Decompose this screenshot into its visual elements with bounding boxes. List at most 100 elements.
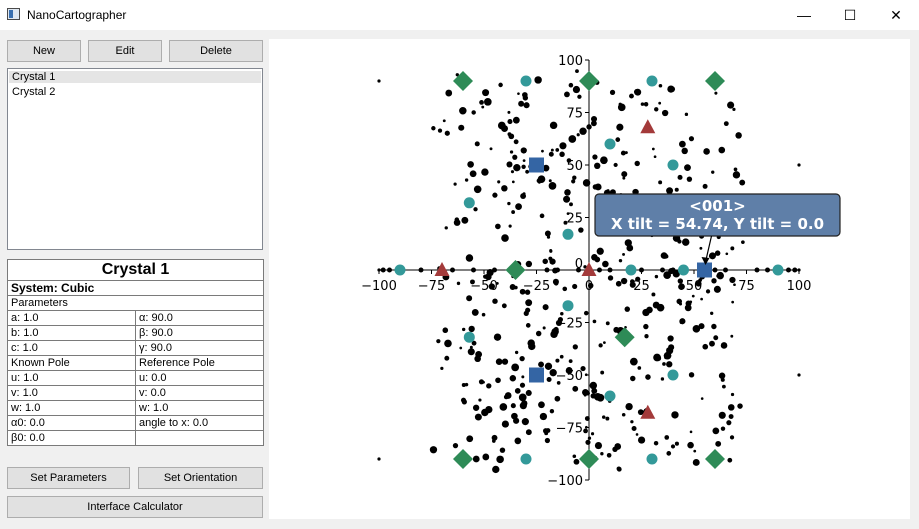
set-orientation-button[interactable]: Set Orientation: [138, 467, 263, 489]
stereographic-plot[interactable]: −100 −50 −25 0 25 50 75 100 −75 100 75 50 25 −25 −50 −7…: [269, 39, 910, 519]
delete-button[interactable]: Delete: [169, 40, 263, 62]
minor-pole-dot: [518, 393, 527, 402]
minor-pole-dot: [658, 83, 663, 88]
minor-pole-dot: [729, 276, 736, 284]
minor-pole-dot: [711, 170, 715, 174]
minor-pole-dot: [510, 403, 516, 409]
minor-pole-dot: [589, 381, 598, 390]
minor-pole-dot: [466, 435, 474, 443]
minor-pole-dot: [474, 141, 480, 147]
minor-pole-dot: [525, 307, 531, 313]
list-item-crystal-2[interactable]: Crystal 2: [12, 86, 55, 98]
minor-pole-dot: [572, 283, 578, 290]
minor-pole-dot: [592, 184, 599, 190]
minor-pole-dot: [559, 354, 564, 359]
minor-pole-dot: [511, 180, 515, 184]
minor-pole-dot: [671, 411, 679, 419]
minor-pole-dot: [703, 148, 710, 155]
minor-pole-dot: [629, 93, 634, 99]
minor-pole-dot: [621, 412, 626, 417]
y-tick-label: 25: [566, 212, 583, 227]
minor-pole-dot: [553, 280, 559, 286]
minor-pole-dot: [618, 258, 623, 263]
minor-pole-dot: [568, 359, 573, 364]
beta0: β0: 0.0: [7, 430, 136, 446]
minor-pole-dot: [620, 150, 626, 156]
minor-pole-dot: [679, 140, 686, 148]
minor-pole-dot: [688, 372, 695, 378]
ref-w: w: 1.0: [135, 400, 264, 416]
minor-pole-dot: [501, 185, 508, 192]
pole-figure-chart[interactable]: −100 −50 −25 0 25 50 75 100 −75 100 75 50 25 −25 −50 −7…: [269, 39, 910, 519]
minor-pole-dot: [473, 185, 482, 194]
minor-pole-dot: [514, 388, 521, 394]
minor-pole-dot: [715, 440, 722, 447]
minor-pole-dot: [481, 312, 486, 317]
list-item-crystal-1[interactable]: Crystal 1: [9, 71, 261, 83]
maximize-button[interactable]: ☐: [827, 0, 873, 30]
minor-pole-dot: [676, 298, 683, 305]
minor-pole-dot: [514, 285, 518, 290]
minor-pole-dot: [674, 271, 679, 276]
minor-pole-dot: [544, 362, 553, 370]
minor-pole-dot: [550, 148, 554, 152]
minor-pole-dot: [679, 318, 686, 325]
minor-pole-dot: [674, 187, 679, 192]
pole-diamond-marker: [579, 449, 599, 469]
minor-pole-dot: [653, 353, 661, 362]
close-button[interactable]: ✕: [873, 0, 919, 30]
minor-pole-dot: [714, 91, 718, 95]
new-button[interactable]: New: [7, 40, 81, 62]
minor-pole-dot: [499, 447, 506, 453]
minor-pole-dot: [669, 86, 676, 93]
minor-pole-dot: [592, 154, 598, 160]
minor-pole-dot: [573, 458, 580, 465]
minor-pole-dot: [521, 375, 525, 379]
minor-pole-dot: [681, 147, 688, 155]
minor-pole-dot: [661, 109, 669, 117]
minor-pole-dot: [542, 304, 549, 311]
minor-pole-dot: [499, 403, 508, 411]
minor-pole-dot: [700, 297, 703, 301]
minor-pole-dot: [710, 311, 714, 315]
minimize-button[interactable]: —: [781, 0, 827, 30]
minor-pole-dot: [728, 414, 734, 419]
minor-pole-dot: [729, 435, 735, 440]
edge-pole-dot: [797, 163, 801, 167]
minor-pole-dot: [660, 377, 665, 381]
minor-pole-dot: [548, 182, 557, 190]
minor-pole-dot: [493, 333, 502, 341]
crystal-list[interactable]: Crystal 1 Crystal 2: [7, 68, 263, 250]
minor-pole-dot: [461, 216, 469, 224]
minor-pole-dot: [572, 344, 578, 350]
minor-pole-dot: [600, 452, 604, 456]
set-parameters-button[interactable]: Set Parameters: [7, 467, 130, 489]
minor-pole-dot: [549, 408, 555, 414]
alpha0: α0: 0.0: [7, 415, 136, 431]
minor-pole-dot: [658, 180, 663, 185]
minor-pole-dot: [549, 121, 558, 130]
minor-pole-dot: [498, 82, 503, 88]
minor-pole-dot: [544, 431, 549, 436]
minor-pole-dot: [548, 256, 553, 261]
minor-pole-dot: [431, 126, 436, 131]
pole-circle-marker: [667, 159, 679, 171]
minor-pole-dot: [559, 151, 565, 157]
minor-pole-dot: [615, 280, 622, 287]
x-tick-label: −50: [470, 279, 497, 294]
minor-pole-dot: [525, 299, 533, 307]
minor-pole-dot: [521, 164, 526, 169]
minor-pole-dot: [592, 319, 597, 324]
minor-pole-dot: [525, 323, 531, 328]
minor-pole-dot: [658, 101, 662, 105]
minor-pole-dot: [491, 434, 498, 441]
interface-calculator-button[interactable]: Interface Calculator: [7, 496, 263, 518]
minor-pole-dot: [444, 355, 450, 361]
minor-pole-dot: [634, 160, 640, 167]
pole-circle-marker: [463, 331, 475, 343]
minor-pole-dot: [666, 451, 672, 456]
edit-button[interactable]: Edit: [88, 40, 162, 62]
minor-pole-dot: [699, 246, 703, 250]
minor-pole-dot: [520, 193, 527, 200]
minor-pole-dot: [495, 377, 501, 384]
